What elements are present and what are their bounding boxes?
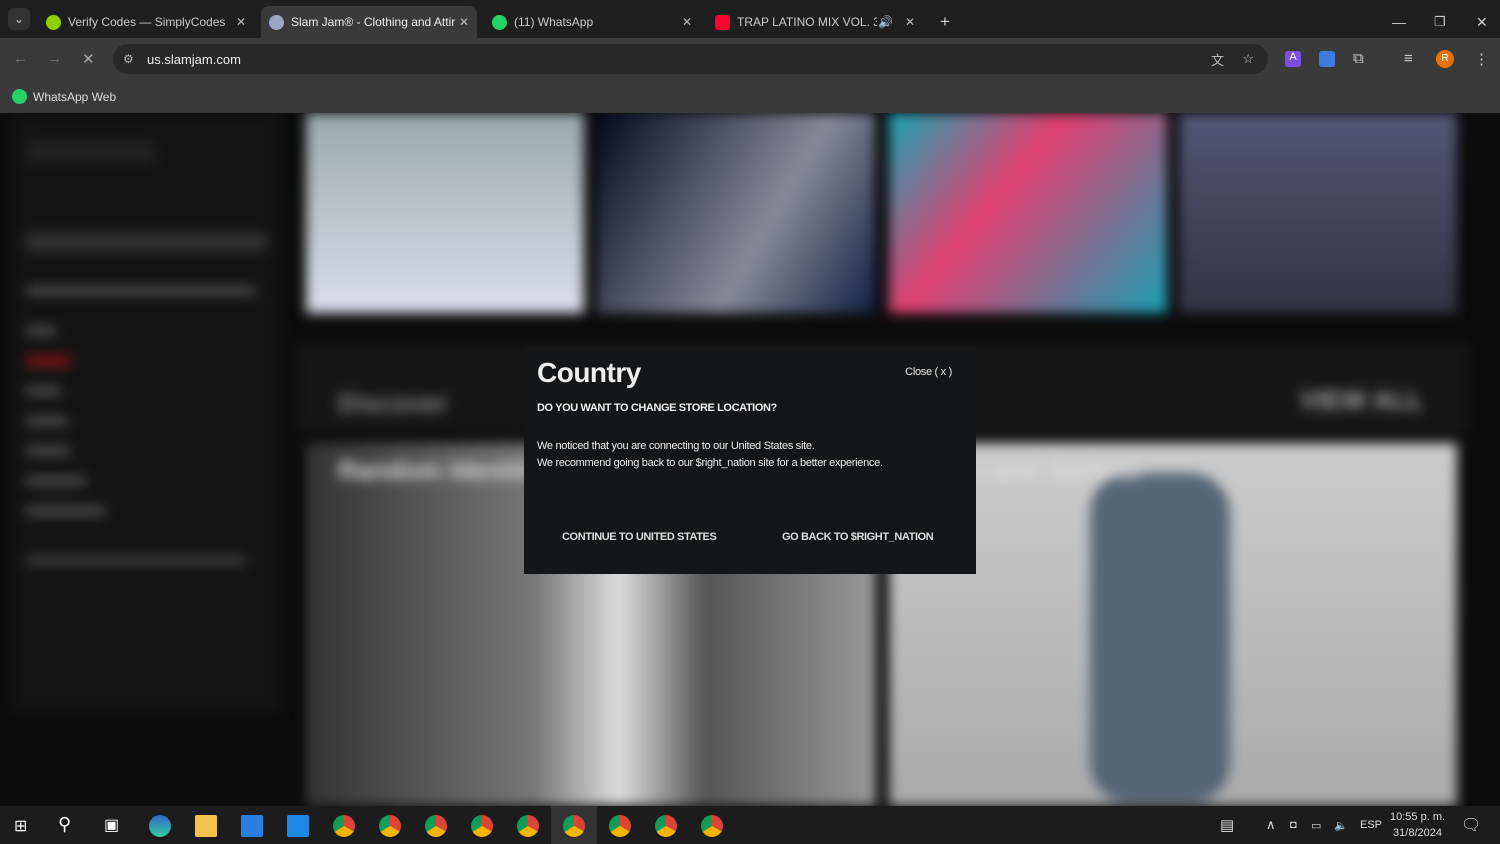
speaker-icon[interactable]: 🔊 xyxy=(878,15,893,29)
volume-icon[interactable]: 🔈 xyxy=(1334,806,1348,844)
modal-title: Country xyxy=(537,357,641,388)
minimize-button[interactable]: — xyxy=(1384,6,1414,38)
profile-avatar[interactable]: R xyxy=(1436,50,1454,68)
close-tab-icon[interactable]: ✕ xyxy=(454,15,469,29)
tab-search-button[interactable]: ⌄ xyxy=(8,8,30,30)
close-tab-icon[interactable]: ✕ xyxy=(905,15,915,29)
file-explorer-icon[interactable] xyxy=(195,815,217,837)
restore-button[interactable]: ❐ xyxy=(1426,6,1454,38)
jackets-heading: s and Jackets xyxy=(970,455,1141,485)
forward-button[interactable]: → xyxy=(47,50,62,67)
store-icon[interactable] xyxy=(241,815,263,837)
close-tab-icon[interactable]: ✕ xyxy=(236,15,246,29)
extension-s-icon[interactable] xyxy=(1319,51,1335,67)
chrome-icon[interactable] xyxy=(471,815,493,837)
browser-toolbar: ← → ✕ ⚙ us.slamjam.com 文 ☆ A ⧉ ≡ R ⋮ xyxy=(0,38,1500,80)
tab-slamjam[interactable]: Slam Jam® - Clothing and Attir ✕ xyxy=(261,6,477,38)
camera-icon[interactable]: ◘ xyxy=(1290,806,1297,844)
edge-icon[interactable] xyxy=(149,815,171,837)
bookmark-star-icon[interactable]: ☆ xyxy=(1242,51,1254,67)
message-line: We recommend going back to our $right_na… xyxy=(537,457,883,469)
address-bar[interactable]: ⚙ us.slamjam.com 文 ☆ xyxy=(113,44,1268,74)
language-indicator[interactable]: ESP xyxy=(1360,806,1382,844)
tab-whatsapp[interactable]: (11) WhatsApp ✕ xyxy=(484,6,700,38)
modal-question: DO YOU WANT TO CHANGE STORE LOCATION? xyxy=(537,402,777,414)
chrome-icon[interactable] xyxy=(425,815,447,837)
clock[interactable]: 10:55 p. m. 31/8/2024 xyxy=(1390,806,1445,844)
search-icon[interactable]: ⚲ xyxy=(58,814,71,835)
whatsapp-icon xyxy=(492,14,507,30)
translate-icon[interactable]: 文 xyxy=(1211,50,1224,69)
tab-strip: ⌄ Verify Codes — SimplyCodes ✕ Slam Jam® … xyxy=(0,0,1500,38)
time: 10:55 p. m. xyxy=(1390,811,1446,823)
slamjam-icon xyxy=(269,14,284,30)
go-back-button[interactable]: GO BACK TO $RIGHT_NATION xyxy=(782,531,934,543)
taskbar: ⊞ ⚲ ▣ ▤ ∧ ◘ ▭ 🔈 ESP 10:55 p. m. 31/8/2024… xyxy=(0,806,1500,844)
url-text[interactable]: us.slamjam.com xyxy=(147,52,241,67)
site-settings-icon[interactable]: ⚙ xyxy=(123,52,134,66)
notifications-icon[interactable]: 🗨 xyxy=(1461,806,1481,844)
sidebar xyxy=(12,113,282,713)
close-window-button[interactable]: ✕ xyxy=(1468,6,1496,38)
modal-message: We noticed that you are connecting to ou… xyxy=(537,438,883,472)
tab-title: Verify Codes — SimplyCodes xyxy=(68,15,226,29)
bookmark-whatsapp-web[interactable]: WhatsApp Web xyxy=(33,90,116,104)
news-icon[interactable]: ▤ xyxy=(1220,806,1234,844)
chrome-icon[interactable] xyxy=(379,815,401,837)
chrome-icon[interactable] xyxy=(655,815,677,837)
back-button[interactable]: ← xyxy=(13,50,28,67)
continue-button[interactable]: CONTINUE TO UNITED STATES xyxy=(562,531,717,543)
country-modal: Country Close ( x ) DO YOU WANT TO CHANG… xyxy=(524,347,976,574)
tab-simplycodes[interactable]: Verify Codes — SimplyCodes ✕ xyxy=(38,6,254,38)
discover-heading: Discover xyxy=(338,388,448,418)
task-view-icon[interactable]: ▣ xyxy=(104,815,119,835)
chrome-icon[interactable] xyxy=(517,815,539,837)
chrome-icon[interactable] xyxy=(333,815,355,837)
show-hidden-icons[interactable]: ∧ xyxy=(1266,806,1276,844)
tab-title: (11) WhatsApp xyxy=(514,15,594,29)
tab-title: Slam Jam® - Clothing and Attir xyxy=(291,15,456,29)
bookmarks-bar: WhatsApp Web xyxy=(0,80,1500,113)
chrome-icon[interactable] xyxy=(609,815,631,837)
chrome-icon[interactable] xyxy=(701,815,723,837)
date: 31/8/2024 xyxy=(1393,827,1442,839)
network-icon[interactable]: ▭ xyxy=(1311,806,1321,844)
new-tab-button[interactable]: + xyxy=(932,6,958,38)
youtube-icon xyxy=(715,14,730,30)
mail-icon[interactable] xyxy=(287,815,309,837)
random-identity-heading: Random Identiti xyxy=(338,455,535,485)
view-all-link[interactable]: VIEW ALL xyxy=(1300,385,1423,416)
menu-icon[interactable]: ⋮ xyxy=(1474,50,1489,68)
tab-youtube[interactable]: TRAP LATINO MIX VOL. 3 [E🔊 ✕ xyxy=(707,6,923,38)
extension-a-icon[interactable]: A xyxy=(1285,51,1301,67)
media-control-icon[interactable]: ≡ xyxy=(1404,50,1413,67)
simplycodes-icon xyxy=(46,14,61,30)
message-line: We noticed that you are connecting to ou… xyxy=(537,440,815,452)
close-tab-icon[interactable]: ✕ xyxy=(682,15,692,29)
tab-title: TRAP LATINO MIX VOL. 3 [E xyxy=(737,15,877,29)
stop-loading-button[interactable]: ✕ xyxy=(82,50,95,68)
whatsapp-icon xyxy=(12,89,27,104)
close-button[interactable]: Close ( x ) xyxy=(905,366,952,378)
extensions-icon[interactable]: ⧉ xyxy=(1353,50,1364,67)
chrome-icon[interactable] xyxy=(563,815,585,837)
start-icon[interactable]: ⊞ xyxy=(14,816,27,836)
